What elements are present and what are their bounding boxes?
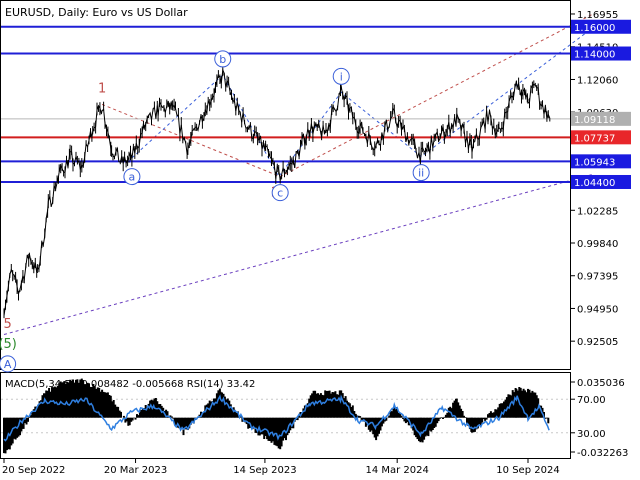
level-tag-1.16000: 1.16000 [574, 23, 615, 34]
price-tick-label: 0.94950 [577, 304, 618, 315]
price-tick-label: 1.12060 [577, 75, 618, 86]
level-tag-1.07737: 1.07737 [574, 133, 615, 144]
price-panel-frame [0, 0, 571, 370]
indicator-tick-label: -0.032263 [577, 448, 628, 459]
price-tick-label: 0.97395 [577, 272, 618, 283]
price-tick-label: 1.02285 [577, 206, 618, 217]
wave-label-5: 5 [3, 317, 11, 332]
symbol-label: EURUSD [5, 6, 51, 19]
time-tick-label: 20 Sep 2022 [2, 465, 65, 476]
wave-label-A: A [4, 358, 12, 371]
wave-label-1: 1 [98, 81, 106, 96]
chart-title: EURUSD, Daily: Euro vs US Dollar [5, 6, 188, 19]
wave-label-i: i [340, 70, 343, 83]
wave-label-c: c [277, 187, 283, 200]
time-axis: 20 Sep 2022 20 Mar 2023 14 Sep 2023 14 Mar … [2, 459, 560, 476]
current-price-tag: 1.09118 [574, 115, 615, 126]
price-tick-label: 1.16955 [577, 10, 618, 21]
wave-label-ii: ii [418, 167, 424, 180]
time-tick-label: 10 Sep 2024 [496, 465, 559, 476]
time-tick-label: 20 Mar 2023 [104, 465, 167, 476]
price-tick-label: 0.92505 [577, 337, 618, 348]
indicator-tick-label: 30.00 [577, 429, 606, 440]
rsi-label: RSI(14) 33.42 [187, 379, 256, 390]
level-tag-1.04400: 1.04400 [574, 178, 615, 189]
wave-label-b: b [219, 53, 226, 66]
time-tick-label: 14 Mar 2024 [365, 465, 428, 476]
indicator-tick-label: 70.00 [577, 395, 606, 406]
level-tag-1.05943: 1.05943 [574, 157, 615, 168]
indicator-title: MACD(5,34,5) -0.008482 -0.005668 RSI(14)… [5, 379, 255, 390]
wave-label-a: a [129, 171, 136, 184]
indicator-tick-label: 0.035036 [577, 378, 625, 389]
description-label: Euro vs US Dollar [92, 6, 188, 19]
level-tag-1.14000: 1.14000 [574, 50, 615, 61]
time-tick-label: 14 Sep 2023 [233, 465, 296, 476]
eurusd-chart: 125(5)Aabciii 1.169551.145101.120601.096… [0, 0, 631, 476]
timeframe-label: Daily: [58, 6, 89, 19]
price-tick-label: 0.99840 [577, 239, 618, 250]
indicator-axis: 0.035036 70.00 30.00 -0.032263 [571, 378, 628, 459]
macd-label: MACD(5,34,5) -0.008482 -0.005668 [5, 379, 184, 390]
wave-label-(5): (5) [0, 337, 17, 352]
